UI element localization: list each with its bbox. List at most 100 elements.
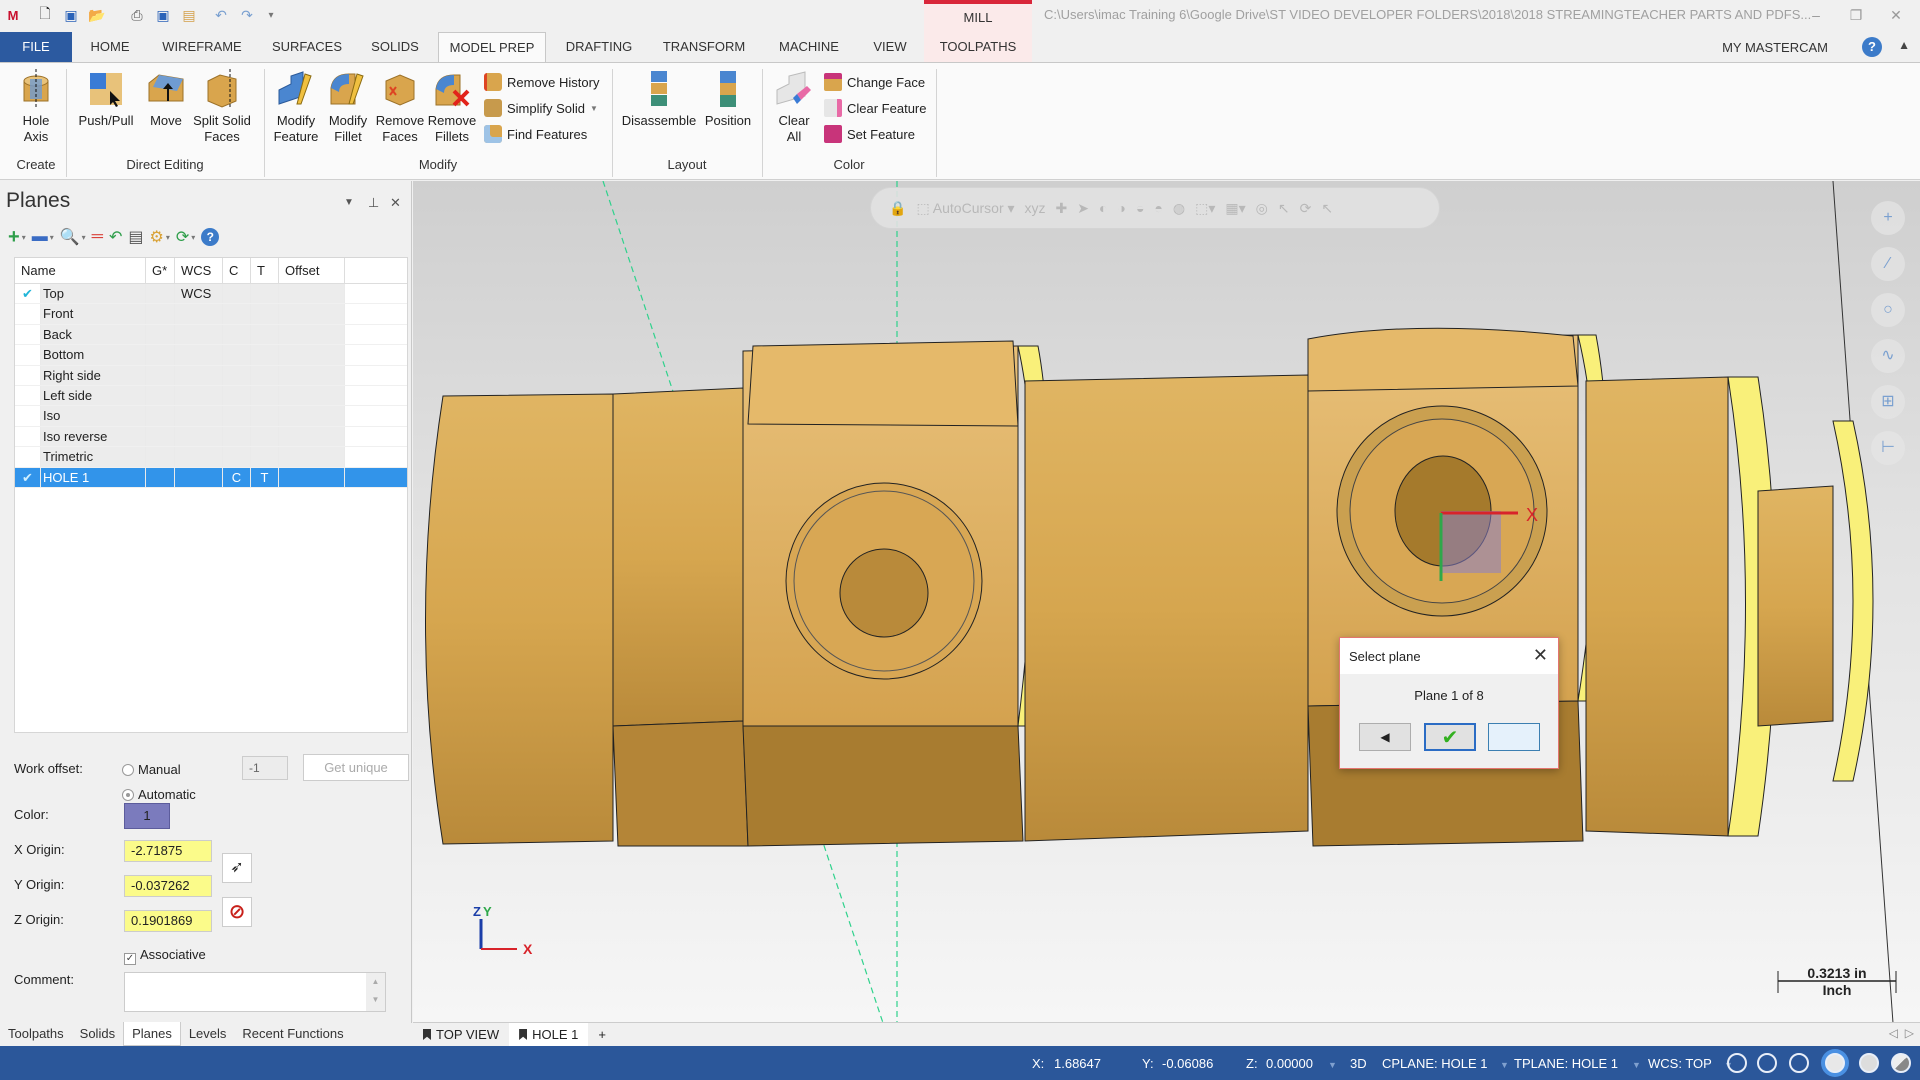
qm-surfaces-icon[interactable]: ⊞	[1871, 385, 1905, 419]
view-tab-top-view[interactable]: TOP VIEW	[413, 1023, 509, 1046]
plane-row[interactable]: Iso reverse	[15, 426, 407, 448]
remove-fillets-button[interactable]: Remove Fillets	[426, 69, 478, 145]
selection-mode-icon[interactable]: ⬚▾	[1195, 200, 1215, 217]
plane-row[interactable]: Front	[15, 304, 407, 325]
reset-plane-icon[interactable]: ↶	[109, 227, 122, 247]
select-verify-icon[interactable]: ◍	[1173, 200, 1185, 217]
column-header-name[interactable]: Name	[15, 258, 146, 283]
bottom-tab-toolpaths[interactable]: Toolpaths	[0, 1022, 72, 1046]
plane-c-cell[interactable]	[223, 426, 251, 447]
previous-plane-button[interactable]: ◀	[1359, 723, 1411, 751]
shaded-edges-display-icon[interactable]	[1859, 1053, 1879, 1073]
select-solid-icon[interactable]: ◐	[1099, 200, 1107, 216]
clear-feature-button[interactable]: Clear Feature	[824, 97, 926, 119]
plane-t-cell[interactable]	[251, 385, 279, 406]
plane-row[interactable]: Back	[15, 324, 407, 346]
plane-c-cell[interactable]	[223, 365, 251, 385]
plane-row[interactable]: Trimetric	[15, 447, 407, 468]
get-unique-button[interactable]: Get unique	[303, 754, 409, 781]
column-header-wcs[interactable]: WCS	[175, 258, 223, 283]
plane-t-cell[interactable]	[251, 345, 279, 365]
clear-all-button[interactable]: Clear All	[768, 69, 820, 145]
modify-fillet-button[interactable]: Modify Fillet	[322, 69, 374, 145]
plane-offset-cell[interactable]	[279, 365, 345, 385]
plane-row[interactable]: ✔ HOLE 1 CT	[15, 467, 407, 488]
remove-history-button[interactable]: Remove History	[484, 71, 599, 93]
remove-faces-button[interactable]: Remove Faces	[374, 69, 426, 145]
column-header-c[interactable]: C	[223, 258, 251, 283]
qm-splines-icon[interactable]: ∿	[1871, 339, 1905, 373]
tab-wireframe[interactable]: WIREFRAME	[152, 32, 252, 62]
z-origin-field[interactable]: 0.1901869	[124, 910, 212, 932]
plane-t-cell[interactable]	[251, 406, 279, 426]
tab-machine[interactable]: MACHINE	[766, 32, 852, 62]
plane-row[interactable]: Left side	[15, 385, 407, 407]
autocursor-dropdown[interactable]: ⬚ AutoCursor ▾	[916, 200, 1014, 217]
undo-icon[interactable]: ↶	[212, 6, 230, 24]
tplane-dropdown-icon[interactable]: ▼	[1626, 1056, 1641, 1071]
select-loop-icon[interactable]: ◓	[1154, 200, 1162, 216]
x-origin-field[interactable]: -2.71875	[124, 840, 212, 862]
plane-offset-cell[interactable]	[279, 345, 345, 365]
change-face-button[interactable]: Change Face	[824, 71, 925, 93]
view-tab-hole-1[interactable]: HOLE 1	[509, 1023, 589, 1046]
scroll-tabs-left-icon[interactable]: ◁	[1889, 1026, 1898, 1040]
plane-c-cell[interactable]	[223, 406, 251, 426]
plane-t-cell[interactable]	[251, 426, 279, 447]
plane-properties-icon[interactable]: ▤	[128, 227, 143, 247]
panel-menu-icon[interactable]: ▼	[344, 197, 354, 208]
plane-offset-cell[interactable]	[279, 467, 345, 487]
hole-axis-button[interactable]: Hole Axis	[10, 69, 62, 145]
close-panel-icon[interactable]: ✕	[390, 195, 401, 211]
split-solid-faces-button[interactable]: Split Solid Faces	[190, 69, 254, 145]
my-mastercam-link[interactable]: MY MASTERCAM	[1722, 40, 1828, 55]
shaded-display-icon[interactable]	[1825, 1053, 1845, 1073]
simplify-solid-button[interactable]: Simplify Solid ▼	[484, 97, 598, 119]
window-select-icon[interactable]: ▦▾	[1225, 200, 1245, 217]
plane-c-cell[interactable]	[223, 304, 251, 324]
customize-quick-access-icon[interactable]: ▾	[262, 6, 280, 24]
disassemble-button[interactable]: Disassemble	[620, 69, 698, 129]
column-header-t[interactable]: T	[251, 258, 279, 283]
pin-icon[interactable]: ⊥	[368, 195, 379, 211]
qm-arcs-icon[interactable]: ○	[1871, 293, 1905, 327]
tab-surfaces[interactable]: SURFACES	[264, 32, 350, 62]
dialog-close-button[interactable]: ✕	[1533, 645, 1548, 666]
plane-t-cell[interactable]	[251, 284, 279, 304]
settings-gear-icon[interactable]: ⚙ ▾	[150, 227, 170, 247]
plane-offset-cell[interactable]	[279, 447, 345, 467]
comment-scrollbar[interactable]: ▲ ▼	[366, 973, 385, 1011]
color-swatch-button[interactable]: 1	[124, 803, 170, 829]
tab-solids[interactable]: SOLIDS	[362, 32, 428, 62]
plane-offset-cell[interactable]	[279, 324, 345, 345]
new-file-icon[interactable]: 🗋	[36, 5, 54, 24]
plane-t-cell[interactable]	[251, 324, 279, 345]
next-plane-button[interactable]: ▶	[1488, 723, 1540, 751]
plane-t-cell[interactable]	[251, 447, 279, 467]
cplane-selector[interactable]: CPLANE: HOLE 1	[1382, 1056, 1488, 1071]
select-face-icon[interactable]: ◑	[1117, 200, 1125, 216]
wireframe-display-icon[interactable]	[1727, 1053, 1747, 1073]
collapse-ribbon-icon[interactable]: ▲	[1898, 38, 1910, 52]
plane-c-cell[interactable]	[223, 447, 251, 467]
tab-transform[interactable]: TRANSFORM	[652, 32, 756, 62]
plane-offset-cell[interactable]	[279, 304, 345, 324]
select-last-icon[interactable]: ↖	[1278, 200, 1290, 217]
plane-c-cell[interactable]: C	[223, 467, 251, 487]
y-origin-field[interactable]: -0.037262	[124, 875, 212, 897]
save-as-icon[interactable]: ▣	[154, 6, 172, 24]
add-view-tab-button[interactable]: +	[588, 1023, 616, 1046]
help-icon[interactable]: ?	[1862, 37, 1882, 57]
position-button[interactable]: Position	[700, 69, 756, 129]
manual-radio[interactable]: Manual	[122, 762, 181, 777]
z-depth-dropdown-icon[interactable]: ▼	[1322, 1056, 1337, 1071]
cplane-dropdown-icon[interactable]: ▼	[1494, 1056, 1509, 1071]
ok-button[interactable]: ✔	[1424, 723, 1476, 751]
comment-field[interactable]	[124, 972, 386, 1012]
tab-home[interactable]: HOME	[80, 32, 140, 62]
tab-drafting[interactable]: DRAFTING	[556, 32, 642, 62]
equal-plane-icon[interactable]: ═	[92, 228, 103, 246]
point-icon[interactable]: ✚	[1056, 200, 1068, 217]
redo-icon[interactable]: ↷	[238, 6, 256, 24]
print-icon[interactable]: ⎙	[128, 6, 146, 24]
